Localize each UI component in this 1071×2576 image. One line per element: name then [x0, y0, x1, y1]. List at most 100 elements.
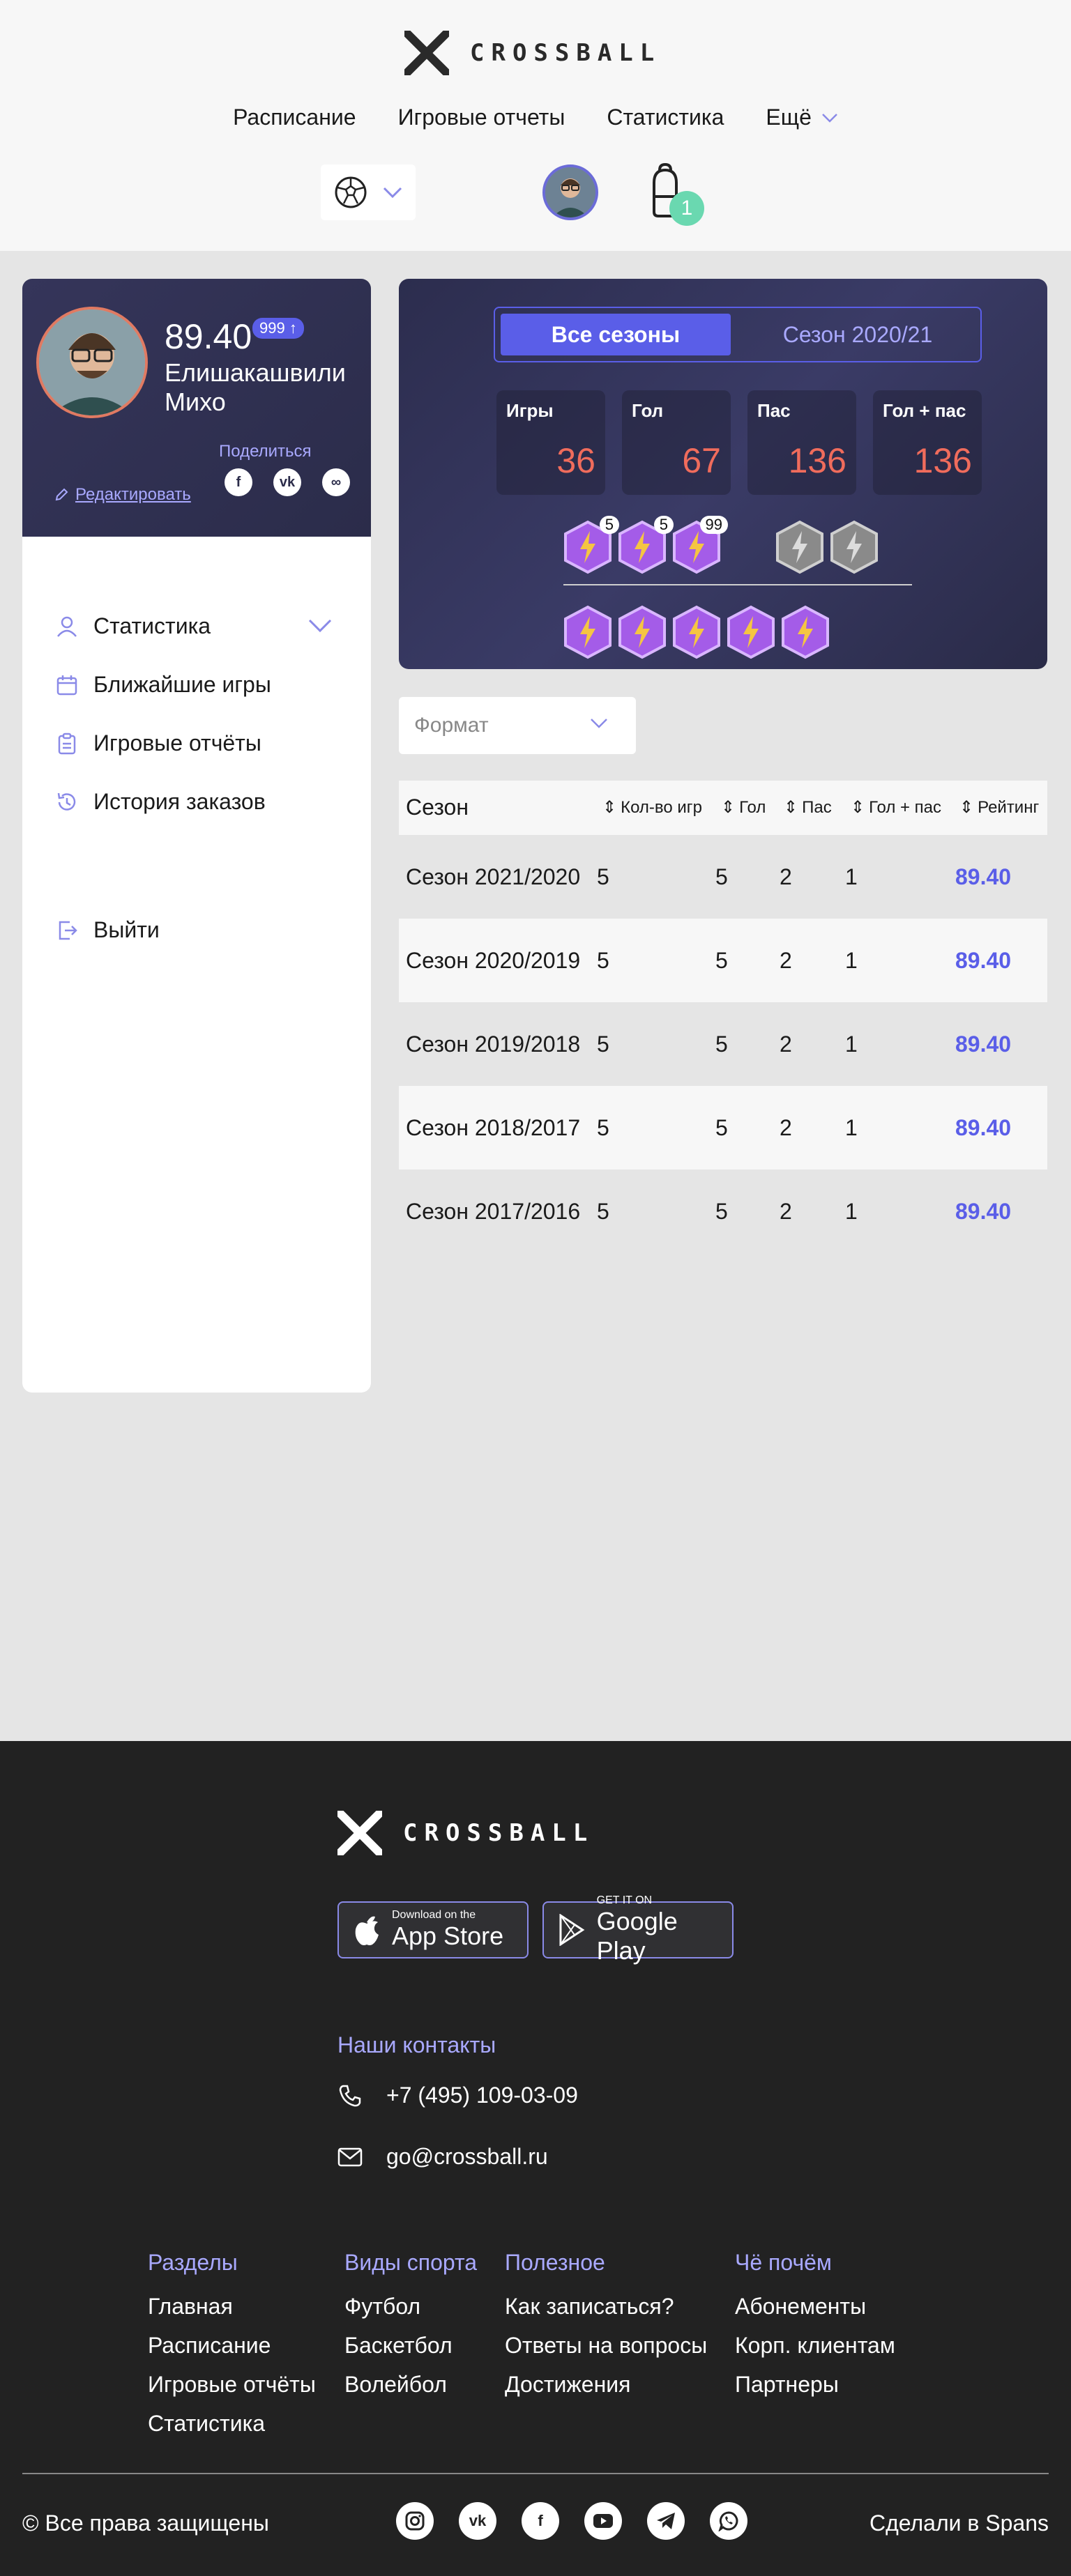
footer-link[interactable]: Волейбол	[344, 2365, 477, 2404]
badge-divider	[563, 584, 912, 585]
share-label: Поделиться	[219, 442, 312, 461]
contact-phone[interactable]: +7 (495) 109-03-09	[337, 2083, 578, 2108]
sort-icon: ⇕	[959, 798, 974, 817]
col-goals-assists[interactable]: ⇕ Гол + пас	[851, 797, 941, 818]
season-stats-table: Сезон ⇕ Кол-во игр ⇕ Гол ⇕ Пас ⇕ Гол + пас ⇕…	[399, 781, 1047, 1253]
app-store-big: App Store	[392, 1922, 504, 1950]
app-store-button[interactable]: Download on the App Store	[337, 1901, 529, 1958]
google-play-button[interactable]: GET IT ON Google Play	[542, 1894, 734, 1965]
lightning-badge-icon[interactable]	[727, 605, 775, 659]
logout-icon	[59, 921, 77, 940]
facebook-icon[interactable]: f	[225, 468, 252, 496]
sidebar-menu: Статистика Ближайшие игры Игровые отчёты…	[22, 537, 371, 1393]
avatar-image	[545, 167, 595, 217]
contact-email[interactable]: go@crossball.ru	[337, 2144, 548, 2170]
stat-value: 36	[556, 441, 595, 480]
stat-value: 67	[682, 441, 721, 480]
user-avatar[interactable]	[542, 164, 598, 220]
lightning-badge-icon[interactable]	[618, 605, 667, 659]
footer-link[interactable]: Абонементы	[735, 2287, 895, 2326]
lightning-badge-icon[interactable]	[781, 605, 830, 659]
sort-icon: ⇕	[784, 798, 798, 817]
cart-count-badge: 1	[669, 191, 704, 226]
locked-badge-icon[interactable]	[830, 520, 879, 574]
stat-games: Игры 36	[496, 390, 605, 495]
footer-link[interactable]: Расписание	[148, 2326, 316, 2365]
lightning-badge-icon[interactable]: 5	[563, 516, 619, 574]
nav-statistics[interactable]: Статистика	[607, 105, 724, 130]
footer-link[interactable]: Достижения	[505, 2365, 707, 2404]
col-label: Гол	[739, 797, 766, 817]
format-placeholder: Формат	[414, 714, 489, 737]
lightning-badge-icon[interactable]	[672, 605, 721, 659]
lightning-badge-icon[interactable]: 99	[672, 516, 728, 574]
stats-card: Все сезоны Сезон 2020/21 Игры 36 Гол 67 …	[399, 279, 1047, 669]
edit-profile-link[interactable]: Редактировать	[54, 485, 191, 505]
footer-link[interactable]: Футбол	[344, 2287, 477, 2326]
footer-link[interactable]: Партнеры	[735, 2365, 895, 2404]
cell-goals: 5	[715, 1199, 728, 1224]
cell-goals: 5	[715, 864, 728, 889]
social-links: vk f	[396, 2502, 747, 2540]
footer-link[interactable]: Корп. клиентам	[735, 2326, 895, 2365]
nav-reports[interactable]: Игровые отчеты	[398, 105, 565, 130]
footer-col-title: Полезное	[505, 2250, 605, 2275]
footer-logo[interactable]: CROSSBALL	[337, 1811, 594, 1855]
contacts-title: Наши контакты	[337, 2032, 496, 2057]
logout-button[interactable]: Выйти	[56, 917, 160, 943]
footer-col-sports: Виды спорта Футбол Баскетбол Волейбол	[344, 2250, 477, 2404]
badge-count: 5	[653, 516, 674, 534]
cell-goals-assists: 1	[845, 864, 858, 889]
site-header: CROSSBALL Расписание Игровые отчеты Стат…	[0, 0, 1071, 251]
youtube-icon[interactable]	[584, 2502, 622, 2540]
vk-icon[interactable]: vk	[459, 2502, 496, 2540]
telegram-icon[interactable]	[647, 2502, 685, 2540]
footer-link[interactable]: Баскетбол	[344, 2326, 477, 2365]
footer-link[interactable]: Как записаться?	[505, 2287, 707, 2326]
sidebar-item-upcoming-games[interactable]: Ближайшие игры	[56, 672, 271, 698]
logo[interactable]: CROSSBALL	[404, 31, 661, 75]
col-season[interactable]: Сезон	[406, 795, 469, 820]
pencil-icon	[55, 488, 68, 501]
apple-icon	[355, 1916, 379, 1945]
instagram-icon[interactable]	[396, 2502, 434, 2540]
locked-badge-icon[interactable]	[775, 520, 824, 574]
footer-divider	[22, 2473, 1049, 2474]
footer-link[interactable]: Статистика	[148, 2404, 316, 2443]
cell-games: 5	[597, 1199, 609, 1224]
facebook-icon[interactable]: f	[522, 2502, 559, 2540]
sidebar-item-order-history[interactable]: История заказов	[56, 789, 266, 815]
stat-value: 136	[788, 441, 846, 480]
col-goals[interactable]: ⇕ Гол	[721, 797, 766, 818]
sidebar-item-game-reports[interactable]: Игровые отчёты	[56, 730, 261, 756]
nav-schedule[interactable]: Расписание	[233, 105, 356, 130]
format-select[interactable]: Формат	[399, 697, 636, 754]
logo-text: CROSSBALL	[470, 39, 662, 67]
cell-goals-assists: 1	[845, 1199, 858, 1224]
col-assists[interactable]: ⇕ Пас	[784, 797, 832, 818]
footer-col-title: Разделы	[148, 2250, 238, 2275]
cell-rating: 89.40	[955, 864, 1012, 889]
tab-all-seasons[interactable]: Все сезоны	[501, 314, 731, 355]
sport-select[interactable]	[321, 164, 416, 220]
footer-link[interactable]: Ответы на вопросы	[505, 2326, 707, 2365]
cell-season: Сезон 2018/2017	[406, 1115, 581, 1140]
col-label: Гол + пас	[869, 797, 942, 817]
nav-more[interactable]: Ещё	[766, 105, 837, 130]
tab-season-2020-21[interactable]: Сезон 2020/21	[739, 314, 976, 355]
whatsapp-icon[interactable]	[710, 2502, 747, 2540]
cell-rating: 89.40	[955, 1115, 1012, 1140]
footer-link[interactable]: Игровые отчёты	[148, 2365, 316, 2404]
lightning-badge-icon[interactable]: 5	[618, 516, 674, 574]
chevron-down-icon[interactable]	[308, 619, 332, 633]
table-row: Сезон 2019/2018 5 5 2 1 89.40	[399, 1002, 1047, 1086]
link-icon[interactable]: ∞	[322, 468, 350, 496]
footer-col-pricing: Чё почём Абонементы Корп. клиентам Партн…	[735, 2250, 895, 2404]
sidebar-item-statistics[interactable]: Статистика	[56, 613, 211, 639]
col-rating[interactable]: ⇕ Рейтинг	[959, 797, 1039, 818]
vk-icon[interactable]: vk	[273, 468, 301, 496]
lightning-badge-icon[interactable]	[563, 605, 612, 659]
season-toggle: Все сезоны Сезон 2020/21	[494, 307, 982, 362]
col-games[interactable]: ⇕ Кол-во игр	[602, 797, 702, 818]
footer-link[interactable]: Главная	[148, 2287, 316, 2326]
